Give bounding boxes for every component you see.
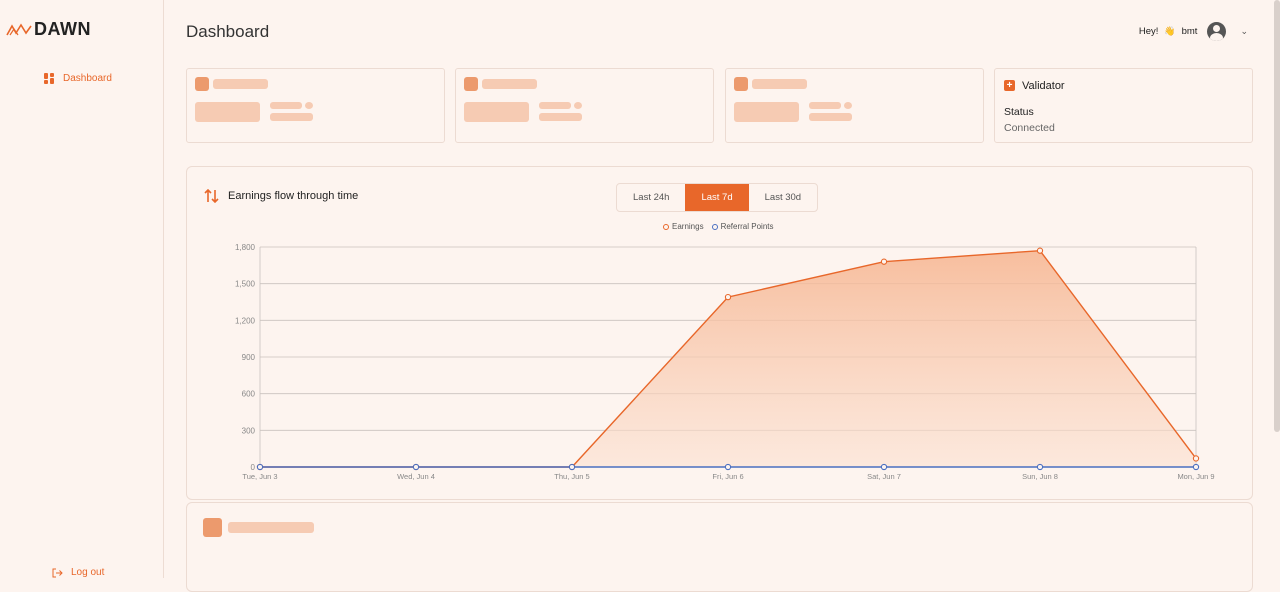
y-tick-label: 300 bbox=[242, 426, 256, 435]
wave-icon: 👋 bbox=[1164, 26, 1176, 36]
skeleton-title bbox=[228, 522, 314, 533]
skeleton-title bbox=[752, 79, 807, 89]
skeleton-line bbox=[539, 113, 582, 121]
skeleton-line bbox=[809, 102, 841, 109]
skeleton-line bbox=[270, 113, 313, 121]
logout-button[interactable]: Log out bbox=[52, 567, 104, 578]
skeleton-value bbox=[195, 102, 260, 122]
skeleton-title bbox=[482, 79, 537, 89]
stat-card-loading bbox=[186, 68, 445, 143]
sidebar-item-label: Dashboard bbox=[63, 73, 112, 84]
status-value: Connected bbox=[1004, 122, 1055, 134]
skeleton-dot bbox=[574, 102, 582, 109]
x-tick-label: Fri, Jun 6 bbox=[712, 472, 743, 481]
y-tick-label: 600 bbox=[242, 390, 256, 399]
earnings-chart-panel: Earnings flow through time Last 24h Last… bbox=[186, 166, 1253, 500]
avatar[interactable] bbox=[1207, 22, 1227, 41]
earnings-area-chart: 0 300 600 900 1,200 1,500 1,800 Tue, Jun 3 Wed, … bbox=[235, 243, 1215, 481]
skeleton-title bbox=[213, 79, 268, 89]
earnings-point bbox=[724, 293, 732, 301]
earnings-point bbox=[1036, 247, 1044, 254]
x-tick-label: Mon, Jun 9 bbox=[1177, 472, 1214, 481]
bottom-panel-loading bbox=[186, 502, 1253, 592]
referral-point bbox=[256, 463, 264, 471]
x-tick-label: Tue, Jun 3 bbox=[242, 472, 277, 481]
validator-title: Validator bbox=[1022, 80, 1065, 92]
logout-label: Log out bbox=[71, 567, 105, 578]
sidebar-item-dashboard[interactable]: Dashboard bbox=[44, 73, 112, 84]
y-tick-label: 1,800 bbox=[235, 243, 256, 252]
skeleton-line bbox=[270, 102, 302, 109]
skeleton-dot bbox=[844, 102, 852, 109]
dawn-logo[interactable]: DAWN bbox=[6, 19, 91, 40]
plus-square-icon: + bbox=[1004, 80, 1015, 91]
logout-icon bbox=[52, 568, 63, 577]
stat-card-loading bbox=[455, 68, 714, 143]
skeleton-dot bbox=[305, 102, 313, 109]
referral-point bbox=[724, 463, 732, 471]
dashboard-icon bbox=[44, 73, 54, 84]
skeleton-value bbox=[734, 102, 799, 122]
dawn-logo-icon bbox=[6, 22, 32, 35]
referral-point bbox=[568, 463, 576, 471]
validator-card: + Validator Status Connected bbox=[994, 68, 1253, 143]
user-menu[interactable]: Hey! 👋 bmt ⌄ bbox=[1139, 22, 1248, 41]
greeting-text: Hey! bbox=[1138, 26, 1159, 37]
logo-text: DAWN bbox=[34, 19, 91, 39]
referral-point bbox=[412, 463, 420, 471]
skeleton-icon bbox=[464, 77, 478, 91]
status-label: Status bbox=[1004, 106, 1034, 118]
skeleton-value bbox=[464, 102, 529, 122]
page-scrollbar[interactable] bbox=[1274, 0, 1280, 432]
y-tick-label: 1,500 bbox=[235, 280, 256, 289]
earnings-point bbox=[1192, 455, 1200, 462]
sidebar: DAWN Dashboard Log out bbox=[0, 0, 164, 578]
x-tick-label: Wed, Jun 4 bbox=[397, 472, 435, 481]
skeleton-icon bbox=[203, 518, 222, 537]
referral-point bbox=[880, 463, 888, 471]
earnings-point bbox=[880, 258, 888, 265]
y-tick-label: 0 bbox=[251, 463, 256, 472]
page-title: Dashboard bbox=[186, 22, 270, 41]
stat-card-loading bbox=[725, 68, 984, 143]
y-tick-label: 900 bbox=[242, 353, 256, 362]
x-tick-label: Sat, Jun 7 bbox=[867, 472, 901, 481]
x-tick-label: Thu, Jun 5 bbox=[554, 472, 589, 481]
chevron-down-icon[interactable]: ⌄ bbox=[1240, 26, 1248, 37]
username: bmt bbox=[1181, 26, 1198, 37]
earnings-area-fill bbox=[260, 250, 1196, 467]
referral-point bbox=[1036, 463, 1044, 471]
skeleton-line bbox=[809, 113, 852, 121]
skeleton-icon bbox=[734, 77, 748, 91]
x-tick-label: Sun, Jun 8 bbox=[1022, 472, 1058, 481]
skeleton-line bbox=[539, 102, 571, 109]
y-tick-label: 1,200 bbox=[235, 316, 256, 325]
referral-point bbox=[1192, 463, 1200, 471]
skeleton-icon bbox=[195, 77, 209, 91]
